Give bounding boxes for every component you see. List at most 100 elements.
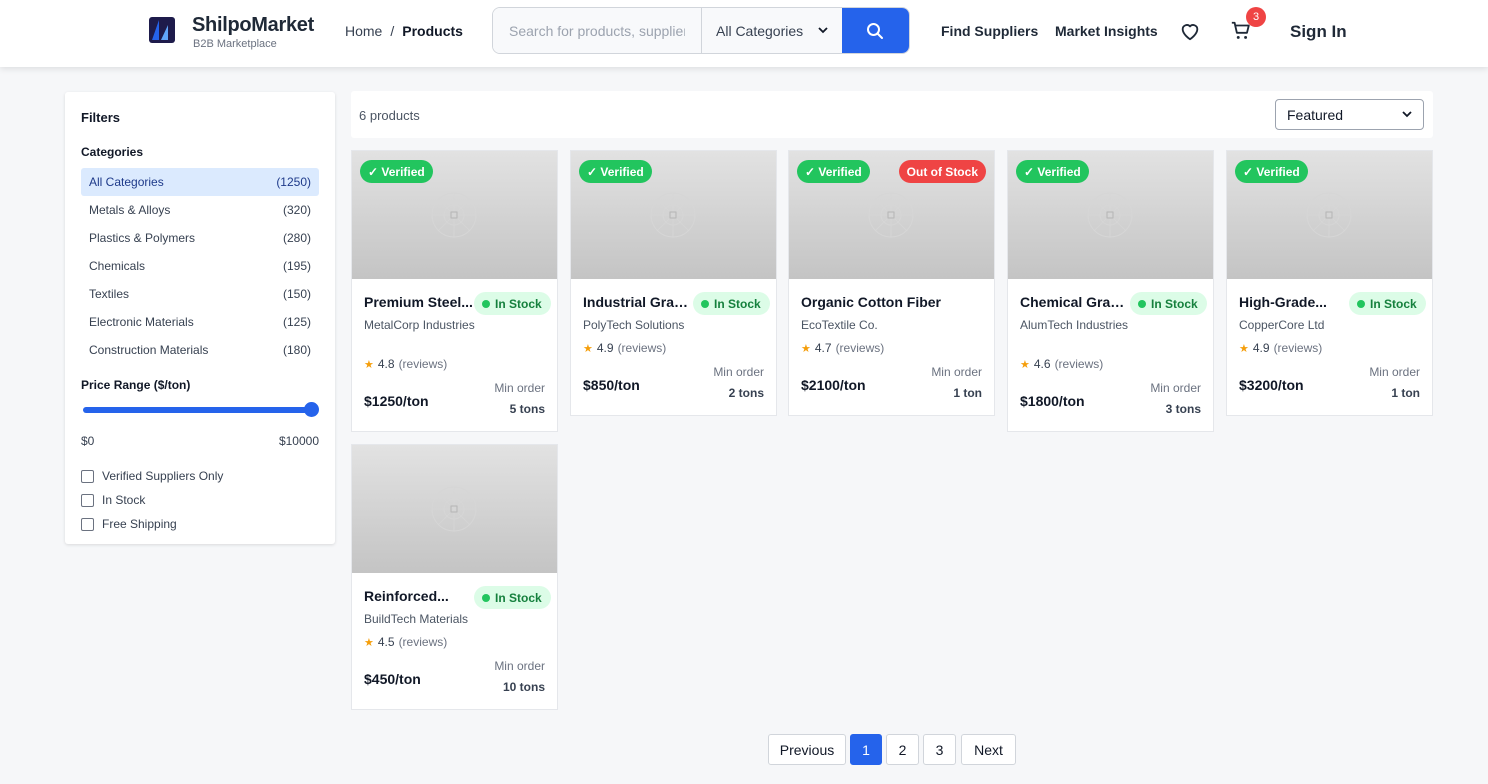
product-image[interactable]: [352, 445, 557, 573]
product-name[interactable]: Chemical Grad...: [1020, 294, 1130, 310]
stock-status-badge: In Stock: [474, 586, 551, 609]
star-icon: ★: [1020, 358, 1030, 371]
checkbox[interactable]: [81, 517, 94, 531]
pagination-page-3[interactable]: 3: [923, 734, 956, 765]
breadcrumb-current: Products: [402, 23, 463, 39]
supplier-name[interactable]: CopperCore Ltd: [1239, 317, 1359, 333]
category-item-metals[interactable]: Metals & Alloys (320): [81, 196, 319, 224]
supplier-name[interactable]: BuildTech Materials: [364, 611, 534, 627]
product-card[interactable]: Reinforced... In Stock BuildTech Materia…: [351, 444, 558, 710]
image-placeholder-icon: [431, 192, 477, 238]
supplier-name[interactable]: EcoTextile Co.: [801, 317, 921, 333]
out-of-stock-badge: Out of Stock: [898, 160, 986, 183]
checkbox[interactable]: [81, 493, 94, 507]
star-icon: ★: [364, 358, 374, 371]
breadcrumb-separator: /: [390, 23, 395, 39]
image-placeholder-icon: [650, 192, 696, 238]
breadcrumb-home[interactable]: Home: [345, 23, 382, 39]
reviews-label: (reviews): [835, 341, 885, 355]
stock-status-label: In Stock: [495, 296, 542, 311]
category-item-all[interactable]: All Categories (1250): [81, 168, 319, 196]
sort-select[interactable]: Featured: [1275, 99, 1424, 130]
product-price: $850/ton: [583, 377, 640, 393]
pagination-next[interactable]: Next: [961, 734, 1016, 765]
pagination-page-1[interactable]: 1: [850, 734, 882, 765]
checkbox[interactable]: [81, 469, 94, 483]
cart-count-badge: 3: [1246, 7, 1266, 27]
category-label: Electronic Materials: [89, 315, 194, 329]
image-placeholder-icon: [868, 192, 914, 238]
find-suppliers-link[interactable]: Find Suppliers: [941, 23, 1038, 39]
supplier-name[interactable]: MetalCorp Industries: [364, 317, 484, 333]
results-toolbar: 6 products Featured: [351, 91, 1433, 138]
category-item-textiles[interactable]: Textiles (150): [81, 280, 319, 308]
verified-only-filter[interactable]: Verified Suppliers Only: [81, 464, 223, 488]
min-order-label: Min order: [1150, 381, 1201, 395]
rating-value: 4.6: [1033, 357, 1051, 371]
rating: ★ 4.9 (reviews): [583, 341, 666, 355]
market-insights-link[interactable]: Market Insights: [1055, 23, 1158, 39]
product-name[interactable]: Reinforced...: [364, 588, 474, 604]
category-list: All Categories (1250) Metals & Alloys (320…: [81, 168, 319, 364]
product-card[interactable]: ✓ Verified Industrial Grad... In Stock P…: [570, 150, 777, 416]
verified-badge: ✓ Verified: [579, 160, 652, 183]
heart-icon[interactable]: [1179, 20, 1201, 42]
product-image[interactable]: ✓ Verified: [1008, 151, 1213, 279]
category-item-chemicals[interactable]: Chemicals (195): [81, 252, 319, 280]
sort-select-value: Featured: [1287, 106, 1344, 123]
product-image[interactable]: ✓ Verified: [571, 151, 776, 279]
sign-in-button[interactable]: Sign In: [1290, 22, 1347, 42]
category-label: Plastics & Polymers: [89, 231, 196, 245]
stock-status-label: In Stock: [714, 296, 761, 311]
stock-status-label: In Stock: [1151, 296, 1198, 311]
product-card[interactable]: ✓ Verified Out of Stock Organic Cotton F…: [788, 150, 995, 416]
search-input[interactable]: [493, 8, 701, 53]
category-item-construction[interactable]: Construction Materials (180): [81, 336, 319, 364]
product-name[interactable]: Organic Cotton Fiber: [801, 294, 981, 310]
star-icon: ★: [1239, 342, 1249, 355]
status-dot-icon: [482, 593, 490, 602]
in-stock-filter[interactable]: In Stock: [81, 488, 223, 512]
pagination-page-2[interactable]: 2: [886, 734, 919, 765]
category-item-electronic[interactable]: Electronic Materials (125): [81, 308, 319, 336]
rating: ★ 4.6 (reviews): [1020, 357, 1103, 371]
product-image[interactable]: ✓ Verified: [1227, 151, 1432, 279]
category-select[interactable]: All Categories: [701, 8, 842, 53]
product-price: $1800/ton: [1020, 393, 1085, 409]
supplier-name[interactable]: PolyTech Solutions: [583, 317, 703, 333]
product-name[interactable]: High-Grade...: [1239, 294, 1349, 310]
category-item-plastics[interactable]: Plastics & Polymers (280): [81, 224, 319, 252]
price-min-label: $0: [81, 434, 95, 448]
min-order-label: Min order: [931, 365, 982, 379]
brand-name[interactable]: ShilpoMarket: [192, 14, 314, 37]
category-count: (150): [282, 287, 311, 301]
product-image[interactable]: ✓ Verified: [352, 151, 557, 279]
chevron-down-icon: [1402, 111, 1412, 118]
product-name[interactable]: Premium Steel...: [364, 294, 474, 310]
category-label: Textiles: [89, 287, 130, 301]
product-card[interactable]: ✓ Verified Chemical Grad... In Stock Alu…: [1007, 150, 1214, 432]
category-count: (320): [282, 203, 311, 217]
product-card[interactable]: ✓ Verified High-Grade... In Stock Copper…: [1226, 150, 1433, 416]
checkbox-label: Free Shipping: [102, 517, 177, 531]
min-order-value: 1 ton: [1391, 386, 1420, 400]
stock-status-badge: In Stock: [474, 292, 551, 315]
search-button[interactable]: [841, 8, 909, 53]
category-select-value: All Categories: [716, 22, 804, 39]
price-range-thumb[interactable]: [304, 402, 319, 417]
status-dot-icon: [1138, 299, 1146, 308]
min-order-value: 5 tons: [509, 402, 545, 416]
pagination-previous[interactable]: Previous: [768, 734, 846, 765]
image-placeholder-icon: [1087, 192, 1133, 238]
filters-panel: Filters Categories All Categories (1250) …: [65, 92, 335, 544]
logo-icon[interactable]: [149, 17, 175, 43]
product-name[interactable]: Industrial Grad...: [583, 294, 693, 310]
price-range-slider[interactable]: [83, 407, 317, 413]
supplier-name[interactable]: AlumTech Industries: [1020, 317, 1140, 333]
product-image[interactable]: ✓ Verified Out of Stock: [789, 151, 994, 279]
image-placeholder-icon: [1306, 192, 1352, 238]
checkbox-label: Verified Suppliers Only: [102, 469, 224, 483]
free-shipping-filter[interactable]: Free Shipping: [81, 512, 223, 536]
chevron-down-icon: [818, 27, 828, 34]
product-card[interactable]: ✓ Verified Premium Steel... In Stock Met…: [351, 150, 558, 432]
